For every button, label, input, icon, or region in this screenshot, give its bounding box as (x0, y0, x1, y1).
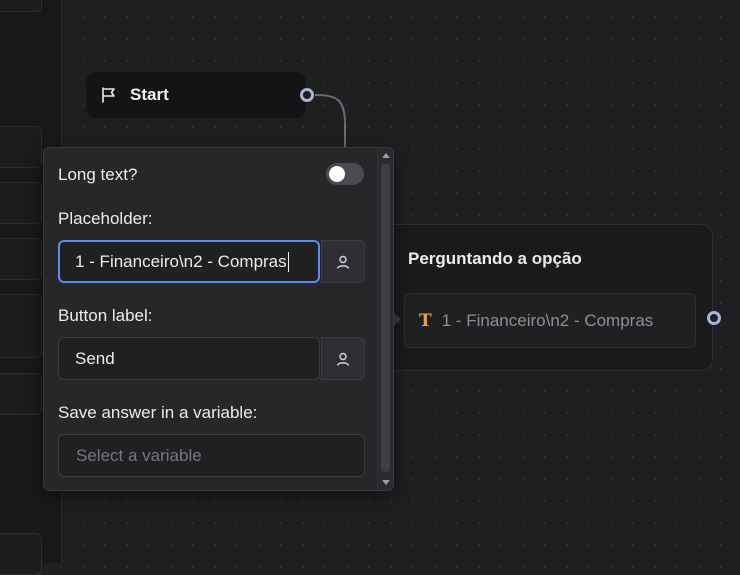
sidebar-block-card[interactable] (0, 126, 42, 168)
user-icon (336, 255, 350, 269)
start-node-label: Start (130, 85, 169, 104)
sidebar-block-card[interactable] (0, 182, 42, 224)
popover-scrollbar[interactable] (377, 148, 393, 490)
text-input-icon: T (419, 310, 432, 331)
flag-icon (100, 86, 118, 104)
scroll-thumb[interactable] (381, 164, 390, 472)
sidebar-block-card[interactable] (0, 0, 42, 12)
start-node-endpoint[interactable] (300, 88, 314, 102)
popover-content: Long text? Placeholder: 1 - Financeiro\n… (44, 148, 378, 490)
button-label-input-value: Send (75, 348, 115, 368)
variable-select-placeholder: Select a variable (76, 445, 202, 465)
placeholder-input[interactable]: 1 - Financeiro\n2 - Compras (58, 240, 320, 283)
text-input-block[interactable]: T 1 - Financeiro\n2 - Compras (404, 293, 696, 348)
user-icon (336, 352, 350, 366)
sidebar-block-card[interactable] (0, 294, 42, 358)
start-node[interactable]: Start (86, 72, 306, 118)
group-node[interactable]: Perguntando a opção T 1 - Financeiro\n2 … (383, 224, 713, 371)
button-label-label: Button label: (58, 306, 153, 325)
sidebar-block-card[interactable] (0, 533, 42, 575)
placeholder-input-value: 1 - Financeiro\n2 - Compras (75, 251, 287, 271)
block-settings-popover: Long text? Placeholder: 1 - Financeiro\n… (43, 147, 394, 491)
placeholder-variable-button[interactable] (321, 240, 365, 283)
long-text-toggle[interactable] (326, 163, 364, 185)
block-endpoint[interactable] (707, 311, 721, 325)
scroll-up-arrow-icon[interactable] (382, 153, 390, 158)
placeholder-label: Placeholder: (58, 209, 153, 228)
sidebar-block-card[interactable] (0, 373, 42, 415)
sidebar-block-card[interactable] (0, 238, 42, 280)
save-variable-label: Save answer in a variable: (58, 403, 258, 422)
block-pointer-arrow (394, 312, 401, 326)
variable-select[interactable]: Select a variable (58, 434, 365, 477)
scroll-down-arrow-icon[interactable] (382, 480, 390, 485)
toggle-knob (329, 166, 345, 182)
button-label-variable-button[interactable] (321, 337, 365, 380)
button-label-input[interactable]: Send (58, 337, 320, 380)
block-placeholder-text: 1 - Financeiro\n2 - Compras (441, 310, 654, 330)
text-caret (287, 251, 289, 272)
group-title[interactable]: Perguntando a opção (408, 249, 582, 269)
long-text-label: Long text? (58, 165, 138, 184)
